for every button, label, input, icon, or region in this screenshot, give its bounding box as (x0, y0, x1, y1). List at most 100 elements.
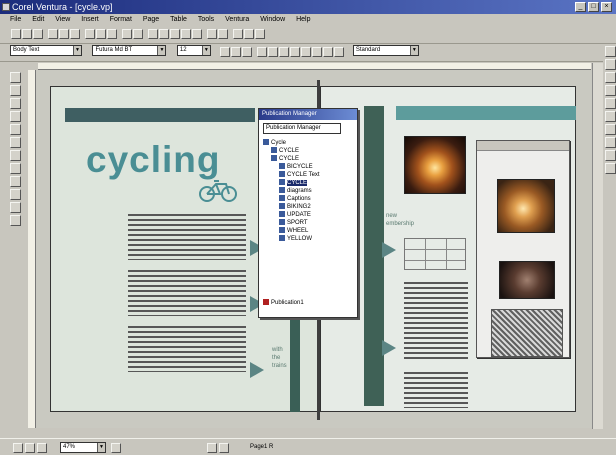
import-icon[interactable] (48, 29, 58, 39)
panel-button-1[interactable] (605, 46, 616, 57)
tree-item[interactable]: Publication1 (263, 299, 304, 307)
align-center-icon[interactable] (268, 47, 279, 57)
new-icon[interactable] (11, 29, 21, 39)
tree-item[interactable]: Cycle (263, 139, 286, 147)
tree-item[interactable]: UPDATE (279, 211, 311, 219)
body-text-block[interactable] (128, 326, 246, 372)
tag-tool-icon[interactable] (10, 202, 21, 213)
page-icon[interactable] (233, 29, 243, 39)
zoom-icon[interactable] (148, 29, 158, 39)
style-select[interactable]: Body Text ▼ (10, 45, 82, 56)
align-right-icon[interactable] (279, 47, 290, 57)
view-mode-icon[interactable] (25, 443, 35, 453)
tree-item[interactable]: CYCLE (271, 147, 299, 155)
tree-item[interactable]: diagrams (279, 187, 312, 195)
panel-title-bar[interactable] (477, 141, 569, 151)
menu-tools[interactable]: Tools (198, 14, 214, 26)
copy-icon[interactable] (96, 29, 106, 39)
save-icon[interactable] (33, 29, 43, 39)
zoom-icon[interactable] (111, 443, 121, 453)
numbered-list-icon[interactable] (312, 47, 323, 57)
panel-button-5[interactable] (605, 98, 616, 109)
justify-icon[interactable] (290, 47, 301, 57)
table-tool-icon[interactable] (10, 111, 21, 122)
menu-insert[interactable]: Insert (81, 14, 99, 26)
next-page-icon[interactable] (219, 443, 229, 453)
tree-item[interactable]: CYCLE Text (279, 171, 320, 179)
print-icon[interactable] (70, 29, 80, 39)
caption-text[interactable]: new embership (386, 212, 414, 228)
prev-page-icon[interactable] (207, 443, 217, 453)
indent-icon[interactable] (323, 47, 334, 57)
page-headline[interactable]: cycling (86, 140, 221, 180)
tree-item[interactable]: CYCLE (271, 155, 299, 163)
help-icon[interactable] (255, 29, 265, 39)
align-left-icon[interactable] (257, 47, 268, 57)
underline-icon[interactable] (242, 47, 253, 57)
zoom-select[interactable]: 47% ▼ (60, 442, 106, 453)
tree-item[interactable]: YELLOW (279, 235, 312, 243)
menu-window[interactable]: Window (260, 14, 285, 26)
panel-button-10[interactable] (605, 163, 616, 174)
table-icon[interactable] (170, 29, 180, 39)
open-icon[interactable] (22, 29, 32, 39)
body-text-block[interactable] (128, 270, 246, 316)
font-size-select[interactable]: 12 ▼ (176, 45, 211, 56)
menu-edit[interactable]: Edit (32, 14, 44, 26)
photo-frame[interactable] (499, 261, 555, 299)
body-text-block[interactable] (404, 372, 468, 408)
tree-item-selected[interactable]: CYCLE (279, 179, 308, 187)
vertical-scrollbar[interactable] (592, 63, 603, 429)
panel-button-2[interactable] (605, 59, 616, 70)
maximize-button[interactable]: □ (588, 2, 599, 12)
menu-view[interactable]: View (55, 14, 70, 26)
tree-item[interactable]: BIKING2 (279, 203, 311, 211)
spell-icon[interactable] (207, 29, 217, 39)
bold-icon[interactable] (220, 47, 231, 57)
line-tool-icon[interactable] (10, 137, 21, 148)
panel-button-9[interactable] (605, 150, 616, 161)
photo-frame[interactable] (404, 136, 466, 194)
panel-button-8[interactable] (605, 137, 616, 148)
close-button[interactable]: × (601, 2, 612, 12)
view-mode-icon[interactable] (37, 443, 47, 453)
menu-help[interactable]: Help (296, 14, 310, 26)
fill-tool-icon[interactable] (10, 176, 21, 187)
font-select[interactable]: Futura Md BT ▼ (92, 45, 167, 56)
text-icon[interactable] (192, 29, 202, 39)
node-tool-icon[interactable] (10, 215, 21, 226)
body-text-block[interactable] (128, 214, 246, 260)
panel-title-bar[interactable]: Publication Manager (259, 109, 357, 120)
tree-item[interactable]: WHEEL (279, 227, 308, 235)
manager-select[interactable]: Publication Manager (263, 123, 341, 134)
italic-icon[interactable] (231, 47, 242, 57)
tree-item[interactable]: BICYCLE (279, 163, 313, 171)
paste-icon[interactable] (107, 29, 117, 39)
tree-item[interactable]: SPORT (279, 219, 308, 227)
body-text-block[interactable] (404, 282, 468, 362)
panel-button-4[interactable] (605, 85, 616, 96)
panel-button-6[interactable] (605, 111, 616, 122)
export-icon[interactable] (59, 29, 69, 39)
menu-ventura[interactable]: Ventura (225, 14, 249, 26)
publication-manager-panel[interactable]: Publication Manager Publication Manager … (258, 108, 358, 318)
text-tool-icon[interactable] (10, 85, 21, 96)
bullet-list-icon[interactable] (301, 47, 312, 57)
floating-panel[interactable] (476, 140, 570, 358)
zoom-tool-icon[interactable] (10, 124, 21, 135)
outline-tool-icon[interactable] (10, 189, 21, 200)
frame-icon[interactable] (159, 29, 169, 39)
redo-icon[interactable] (133, 29, 143, 39)
table-frame[interactable] (404, 238, 466, 270)
outdent-icon[interactable] (334, 47, 345, 57)
chapter-icon[interactable] (244, 29, 254, 39)
view-mode-select[interactable]: Standard ▼ (352, 45, 419, 56)
tree-item[interactable]: Captions (279, 195, 311, 203)
menu-table[interactable]: Table (170, 14, 187, 26)
frame-tool-icon[interactable] (10, 98, 21, 109)
photo-frame[interactable] (497, 179, 555, 233)
app-icon[interactable] (2, 3, 10, 11)
freehand-tool-icon[interactable] (10, 163, 21, 174)
photo-frame[interactable] (491, 309, 563, 357)
panel-button-7[interactable] (605, 124, 616, 135)
